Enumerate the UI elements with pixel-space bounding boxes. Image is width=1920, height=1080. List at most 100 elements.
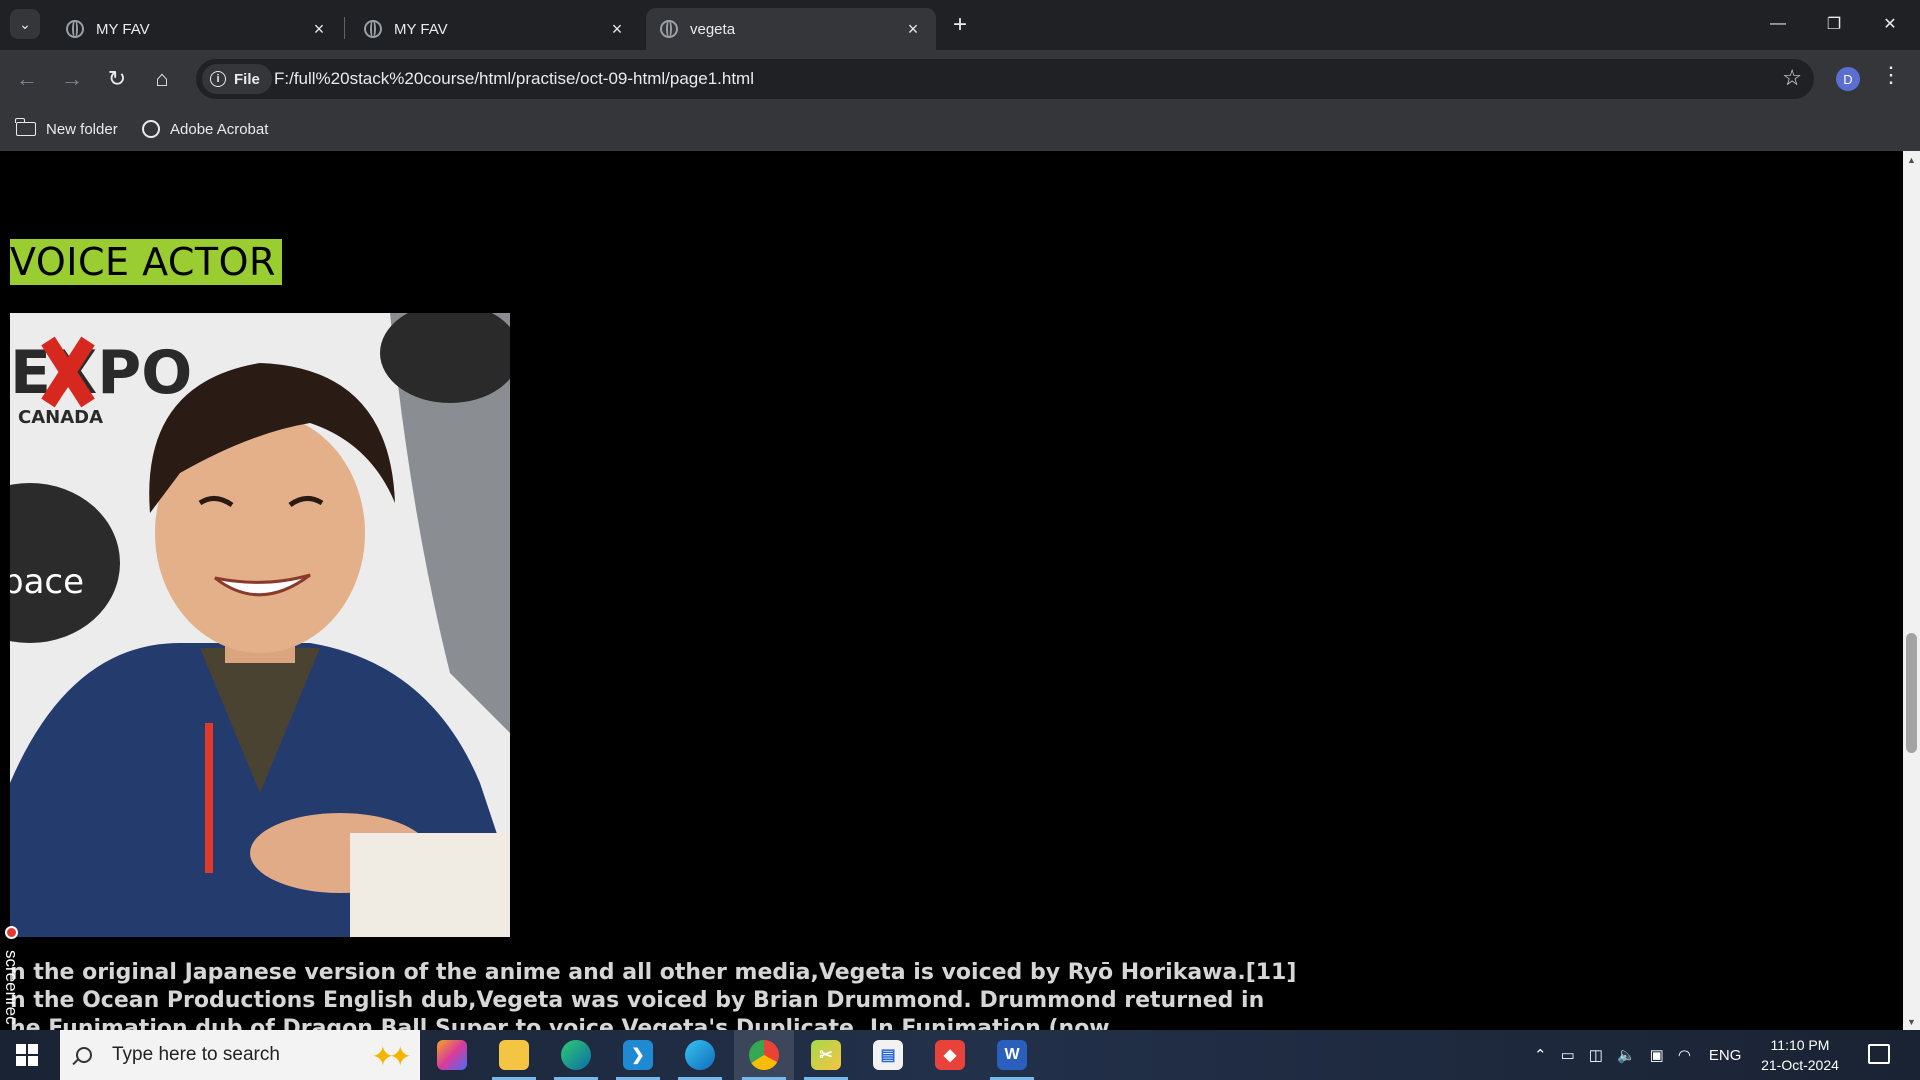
forward-button[interactable]: → [55, 62, 89, 96]
file-icon: ▤ [873, 1040, 903, 1070]
restore-button[interactable]: ❐ [1806, 0, 1862, 48]
paragraph-line: n the original Japanese version of the a… [10, 960, 1297, 985]
address-bar[interactable]: i File F:/full%20stack%20course/html/pra… [196, 59, 1814, 99]
profile-avatar[interactable]: D [1836, 67, 1860, 91]
taskbar-app-file-manager[interactable]: ▤ [858, 1030, 918, 1080]
notification-icon[interactable] [1868, 1044, 1890, 1064]
system-tray: ⌃ ▭ ◫ 🔈 ▣ ◠ ENG [1534, 1030, 1741, 1080]
scroll-up-icon[interactable]: ▲ [1903, 151, 1920, 168]
taskbar-app-edge[interactable] [670, 1030, 730, 1080]
taskbar-app-file-explorer[interactable] [484, 1030, 544, 1080]
globe-icon [142, 120, 160, 138]
taskbar-app-vscode[interactable]: ❯ [608, 1030, 668, 1080]
taskbar-app-copilot[interactable] [422, 1030, 482, 1080]
browser-toolbar: ← → ↻ ⌂ i File F:/full%20stack%20course/… [0, 50, 1920, 108]
close-icon[interactable]: × [308, 18, 330, 40]
language-indicator[interactable]: ENG [1709, 1047, 1742, 1064]
tab-title: MY FAV [394, 20, 448, 38]
wifi-icon[interactable]: ◠ [1678, 1046, 1691, 1064]
new-tab-button[interactable]: + [946, 11, 974, 39]
bookmark-star-icon[interactable]: ☆ [1782, 65, 1802, 91]
scroll-down-icon[interactable]: ▼ [1903, 1013, 1920, 1030]
chrome-icon [749, 1040, 779, 1070]
tab-separator [344, 17, 345, 39]
info-icon: i [210, 71, 226, 87]
site-info-button[interactable]: i File [202, 64, 272, 94]
home-icon: ⌂ [155, 66, 169, 91]
taskbar-search-box[interactable]: Type here to search ✦✦ [60, 1030, 420, 1080]
voice-actor-photo: EXPO CANADA pace [10, 313, 510, 937]
arrow-left-icon: ← [16, 66, 38, 91]
clock-time: 11:10 PM [1770, 1037, 1830, 1053]
globe-icon [660, 20, 678, 38]
bookmark-label: Adobe Acrobat [170, 120, 269, 138]
volume-icon[interactable]: 🔈 [1617, 1046, 1636, 1064]
camera-icon[interactable]: ◫ [1589, 1046, 1603, 1064]
screen-icon[interactable]: ▣ [1650, 1046, 1664, 1064]
chevron-down-icon: ⌄ [19, 15, 31, 32]
taskbar-app-edge-dev[interactable] [546, 1030, 606, 1080]
minimize-button[interactable]: — [1750, 0, 1806, 48]
folder-icon [15, 118, 36, 136]
search-placeholder: Type here to search [112, 1044, 280, 1065]
taskbar-app-chrome[interactable] [734, 1030, 794, 1080]
bookmarks-bar: New folder Adobe Acrobat [0, 108, 1920, 151]
tab-title: MY FAV [96, 20, 150, 38]
globe-icon [66, 20, 84, 38]
battery-icon[interactable]: ▭ [1561, 1046, 1575, 1064]
tab-search-button[interactable]: ⌄ [10, 9, 40, 39]
bookmark-new-folder[interactable]: New folder [15, 115, 118, 143]
url-text[interactable]: F:/full%20stack%20course/html/practise/o… [274, 69, 754, 89]
svg-text:pace: pace [10, 562, 84, 602]
taskbar-clock[interactable]: 11:10 PM 21-Oct-2024 [1756, 1035, 1844, 1075]
search-icon [76, 1047, 92, 1063]
close-icon[interactable]: × [606, 18, 628, 40]
restore-icon: ❐ [1826, 16, 1842, 33]
close-icon: ✕ [1883, 16, 1897, 33]
anydesk-icon: ◆ [935, 1040, 965, 1070]
more-menu-icon[interactable]: ⋮ [1880, 64, 1902, 86]
tab-title: vegeta [690, 20, 736, 38]
edge-icon [685, 1040, 715, 1070]
record-icon [5, 926, 18, 939]
paragraph-line: he Funimation dub of Dragon Ball Super t… [10, 1016, 1110, 1030]
tab-my-fav-1[interactable]: MY FAV × [52, 8, 342, 50]
reload-button[interactable]: ↻ [100, 62, 134, 96]
svg-text:EXPO: EXPO [10, 338, 192, 408]
recorder-label: screenrec [2, 950, 21, 1025]
tab-vegeta[interactable]: vegeta × [646, 8, 936, 50]
reload-icon: ↻ [107, 66, 127, 91]
taskbar-app-word[interactable]: W [982, 1030, 1042, 1080]
close-icon[interactable]: × [902, 18, 924, 40]
screen-recorder-badge[interactable]: screenrec [0, 920, 24, 1030]
browser-titlebar: ⌄ MY FAV × MY FAV × vegeta × + — ❐ ✕ [0, 0, 1920, 50]
plus-icon: + [952, 11, 967, 38]
snip-icon: ✂ [811, 1040, 841, 1070]
windows-start-icon[interactable] [16, 1044, 38, 1066]
page-viewport: VOICE ACTOR EXPO CANADA pace n the origi… [0, 151, 1903, 1030]
page-scrollbar[interactable]: ▲ ▼ [1903, 151, 1920, 1030]
taskbar-app-snipping-tool[interactable]: ✂ [796, 1030, 856, 1080]
minimize-icon: — [1770, 15, 1786, 32]
word-icon: W [997, 1040, 1027, 1070]
bookmark-label: New folder [46, 120, 118, 138]
voice-actor-paragraph: n the original Japanese version of the a… [10, 959, 1297, 1030]
sparkle-icon: ✦✦ [371, 1041, 412, 1072]
chevron-up-icon[interactable]: ⌃ [1534, 1046, 1547, 1064]
scroll-thumb[interactable] [1906, 633, 1917, 753]
windows-taskbar: Type here to search ✦✦ ❯ ✂ ▤ ◆ W ⌃ ▭ ◫ 🔈… [0, 1030, 1920, 1080]
folder-icon [499, 1040, 529, 1070]
back-button[interactable]: ← [10, 62, 44, 96]
globe-icon [364, 20, 382, 38]
svg-text:CANADA: CANADA [18, 407, 103, 428]
bookmark-adobe-acrobat[interactable]: Adobe Acrobat [142, 115, 268, 143]
taskbar-app-anydesk[interactable]: ◆ [920, 1030, 980, 1080]
vscode-icon: ❯ [623, 1040, 653, 1070]
home-button[interactable]: ⌂ [145, 62, 179, 96]
tab-my-fav-2[interactable]: MY FAV × [350, 8, 640, 50]
site-info-label: File [234, 70, 260, 88]
close-window-button[interactable]: ✕ [1862, 0, 1918, 48]
clock-date: 21-Oct-2024 [1761, 1057, 1839, 1073]
edge-icon [561, 1040, 591, 1070]
copilot-icon [437, 1040, 467, 1070]
